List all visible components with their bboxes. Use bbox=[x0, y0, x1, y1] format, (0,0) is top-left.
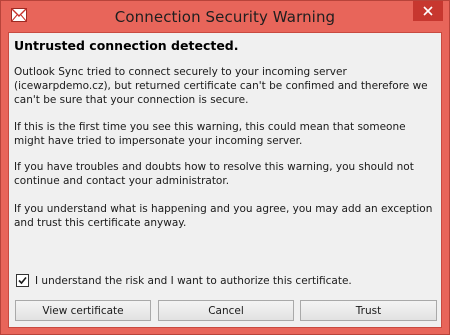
view-certificate-button[interactable]: View certificate bbox=[15, 300, 151, 321]
authorize-certificate-checkbox-row[interactable]: I understand the risk and I want to auth… bbox=[16, 274, 352, 287]
authorize-certificate-checkbox[interactable] bbox=[16, 274, 29, 287]
title-bar[interactable]: Connection Security Warning bbox=[1, 1, 449, 32]
warning-paragraph-4: If you understand what is happening and … bbox=[14, 203, 433, 229]
warning-paragraph-2: If this is the first time you see this w… bbox=[14, 121, 406, 147]
warning-paragraph-1: Outlook Sync tried to connect securely t… bbox=[14, 66, 428, 106]
close-icon bbox=[423, 6, 433, 16]
cancel-button[interactable]: Cancel bbox=[158, 300, 294, 321]
dialog-window: Connection Security Warning Untrusted co… bbox=[0, 0, 450, 335]
authorize-certificate-label: I understand the risk and I want to auth… bbox=[35, 274, 352, 287]
warning-heading: Untrusted connection detected. bbox=[14, 38, 239, 53]
dialog-title: Connection Security Warning bbox=[114, 8, 336, 26]
trust-button[interactable]: Trust bbox=[300, 300, 437, 321]
close-button[interactable] bbox=[413, 1, 443, 21]
dialog-body: Untrusted connection detected. Outlook S… bbox=[8, 32, 442, 328]
warning-paragraph-3: If you have troubles and doubts how to r… bbox=[14, 161, 414, 187]
checkmark-icon bbox=[18, 276, 27, 285]
